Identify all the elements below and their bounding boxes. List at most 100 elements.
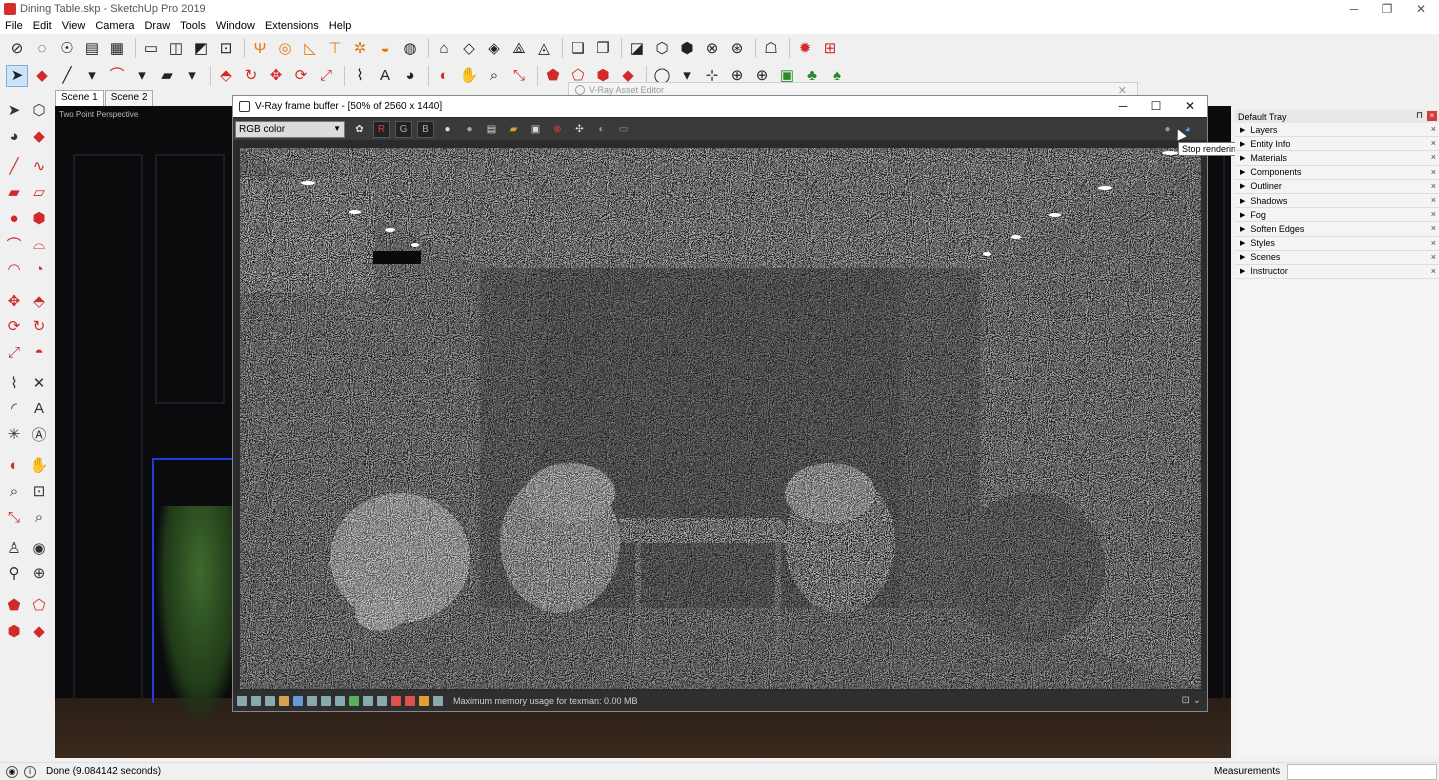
select-tool-icon[interactable]: ➤ — [6, 64, 28, 87]
drape-icon[interactable]: ✲ — [349, 37, 371, 59]
components-icon[interactable]: ❏ — [567, 37, 589, 59]
layers-compare-icon[interactable] — [419, 696, 429, 706]
menu-view[interactable]: View — [57, 20, 91, 32]
outliner-icon[interactable]: ❐ — [592, 37, 614, 59]
front-view-icon[interactable]: ◩ — [190, 37, 212, 59]
geo-location-icon[interactable]: ◉ — [6, 765, 18, 778]
close-icon[interactable]: × — [1431, 181, 1436, 191]
flip-edge-icon[interactable]: ◍ — [399, 37, 421, 59]
channel-select[interactable]: RGB color ▼ — [235, 120, 345, 138]
hand-cube-icon[interactable]: ☖ — [760, 37, 782, 59]
pan-left-icon[interactable]: ✋ — [28, 454, 50, 476]
clear-icon[interactable]: ⊗ — [549, 121, 566, 138]
push-pull-left-icon[interactable]: ⬘ — [28, 290, 50, 312]
hidden-line-icon[interactable]: ⊗ — [701, 37, 723, 59]
warehouse-3d-icon[interactable]: ⬟ — [542, 65, 564, 87]
offset-icon[interactable]: ◓ — [28, 341, 50, 363]
levels-icon[interactable] — [307, 696, 317, 706]
dropdown-icon[interactable]: ▾ — [181, 65, 203, 87]
select-icon[interactable]: ➤ — [3, 99, 25, 121]
close-icon[interactable]: × — [1431, 252, 1436, 262]
dropdown-icon[interactable]: ▾ — [131, 65, 153, 87]
rectangle-icon[interactable]: ▰ — [3, 181, 25, 203]
polygon-icon[interactable]: ⬢ — [28, 207, 50, 229]
lut-icon[interactable] — [349, 696, 359, 706]
xray-icon[interactable]: ⬡ — [651, 37, 673, 59]
make-component-icon[interactable]: ⬡ — [28, 99, 50, 121]
vfb-close-button[interactable]: ✕ — [1174, 96, 1206, 117]
settings-icon[interactable] — [335, 696, 345, 706]
terrain-icon[interactable]: ▦ — [106, 37, 128, 59]
close-button[interactable]: ✕ — [1404, 0, 1438, 18]
paint-bucket-icon[interactable]: ◕ — [399, 65, 421, 87]
close-icon[interactable]: × — [1431, 209, 1436, 219]
load-image-icon[interactable]: ▰ — [505, 121, 522, 138]
monochrome-icon[interactable]: ● — [461, 121, 478, 138]
close-icon[interactable]: × — [1431, 238, 1436, 248]
sandbox-from-scratch-icon[interactable]: ◎ — [274, 37, 296, 59]
orbit-left-icon[interactable]: ◐ — [3, 454, 25, 476]
paint-icon[interactable]: ◕ — [3, 125, 25, 147]
restore-button[interactable]: ❐ — [1370, 0, 1404, 18]
three-point-arc-icon[interactable]: ◠ — [3, 258, 25, 280]
eraser-left-icon[interactable]: ◆ — [28, 125, 50, 147]
shaded-icon[interactable]: ⊛ — [726, 37, 748, 59]
freehand-icon[interactable]: ∿ — [28, 155, 50, 177]
dropdown-icon[interactable]: ▾ — [81, 65, 103, 87]
menu-file[interactable]: File — [0, 20, 28, 32]
zoom-extents-icon[interactable]: ⤡ — [508, 65, 530, 87]
tray-item-shadows[interactable]: ▶ Shadows × — [1235, 194, 1439, 209]
rotate-tool-icon[interactable]: ⟳ — [290, 65, 312, 87]
menu-camera[interactable]: Camera — [90, 20, 139, 32]
add-location-icon[interactable]: ▤ — [81, 37, 103, 59]
extension-warehouse-icon[interactable]: ◈ — [483, 37, 505, 59]
zoom-extents-left-icon[interactable]: ⤡ — [3, 506, 25, 528]
close-icon[interactable]: × — [1431, 138, 1436, 148]
section-plane-icon[interactable]: ◪ — [626, 37, 648, 59]
smoove-icon[interactable]: ◺ — [299, 37, 321, 59]
style-builder-icon[interactable]: ◬ — [533, 37, 555, 59]
wireframe-icon[interactable]: ⬢ — [676, 37, 698, 59]
blue-channel-button[interactable]: B — [417, 120, 434, 138]
green-channel-button[interactable]: G — [395, 120, 412, 138]
vfb-minimize-button[interactable]: ─ — [1107, 96, 1139, 117]
warehouse-left-icon[interactable]: ⬟ — [3, 594, 25, 616]
menu-help[interactable]: Help — [324, 20, 357, 32]
horizontal-compare-icon[interactable] — [391, 696, 401, 706]
tab-scene-1[interactable]: Scene 1 — [55, 90, 104, 106]
lock-compare-icon[interactable] — [433, 696, 443, 706]
top-view-icon[interactable]: ◫ — [165, 37, 187, 59]
tray-item-soften-edges[interactable]: ▶ Soften Edges × — [1235, 222, 1439, 237]
share-left-icon[interactable]: ⬢ — [3, 620, 25, 642]
color-corrections-icon[interactable] — [237, 696, 247, 706]
tray-item-scenes[interactable]: ▶ Scenes × — [1235, 251, 1439, 265]
two-point-arc-icon[interactable]: ⌓ — [28, 233, 50, 255]
info-icon[interactable]: i — [24, 765, 36, 778]
share-model-icon[interactable]: ◇ — [458, 37, 480, 59]
orbit-tool-icon[interactable]: ◐ — [433, 65, 455, 87]
move-tool-icon[interactable]: ✥ — [265, 65, 287, 87]
color-channel-icon[interactable]: ✿ — [351, 121, 368, 138]
vray-grid-icon[interactable]: ⊞ — [819, 37, 841, 59]
render-last-icon[interactable]: ◐ — [593, 121, 610, 138]
track-mouse-icon[interactable]: ✣ — [571, 121, 588, 138]
push-pull-icon[interactable]: ⬘ — [215, 65, 237, 87]
look-around-icon[interactable]: ◉ — [28, 537, 50, 559]
arc-icon[interactable]: ⌒ — [3, 233, 25, 255]
section-plane-left-icon[interactable]: ⊕ — [28, 562, 50, 584]
minimize-button[interactable]: ─ — [1337, 0, 1371, 18]
exposure-icon[interactable] — [279, 696, 289, 706]
components-left-icon[interactable]: ⬠ — [28, 594, 50, 616]
text-icon[interactable]: A — [28, 397, 50, 419]
tray-item-materials[interactable]: ▶ Materials × — [1235, 151, 1439, 166]
line-left-icon[interactable]: ╱ — [3, 155, 25, 177]
tray-item-components[interactable]: ▶ Components × — [1235, 166, 1439, 180]
shape-tool-icon[interactable]: ▰ — [156, 65, 178, 87]
pin-icon[interactable]: ⊓ — [1416, 110, 1423, 121]
close-icon[interactable]: × — [1431, 223, 1436, 233]
histogram-icon[interactable] — [265, 696, 275, 706]
tray-item-styles[interactable]: ▶ Styles × — [1235, 237, 1439, 251]
warehouse-icon[interactable]: ⌂ — [433, 37, 455, 59]
tab-scene-2[interactable]: Scene 2 — [104, 90, 154, 106]
line-tool-icon[interactable]: ╱ — [56, 65, 78, 87]
